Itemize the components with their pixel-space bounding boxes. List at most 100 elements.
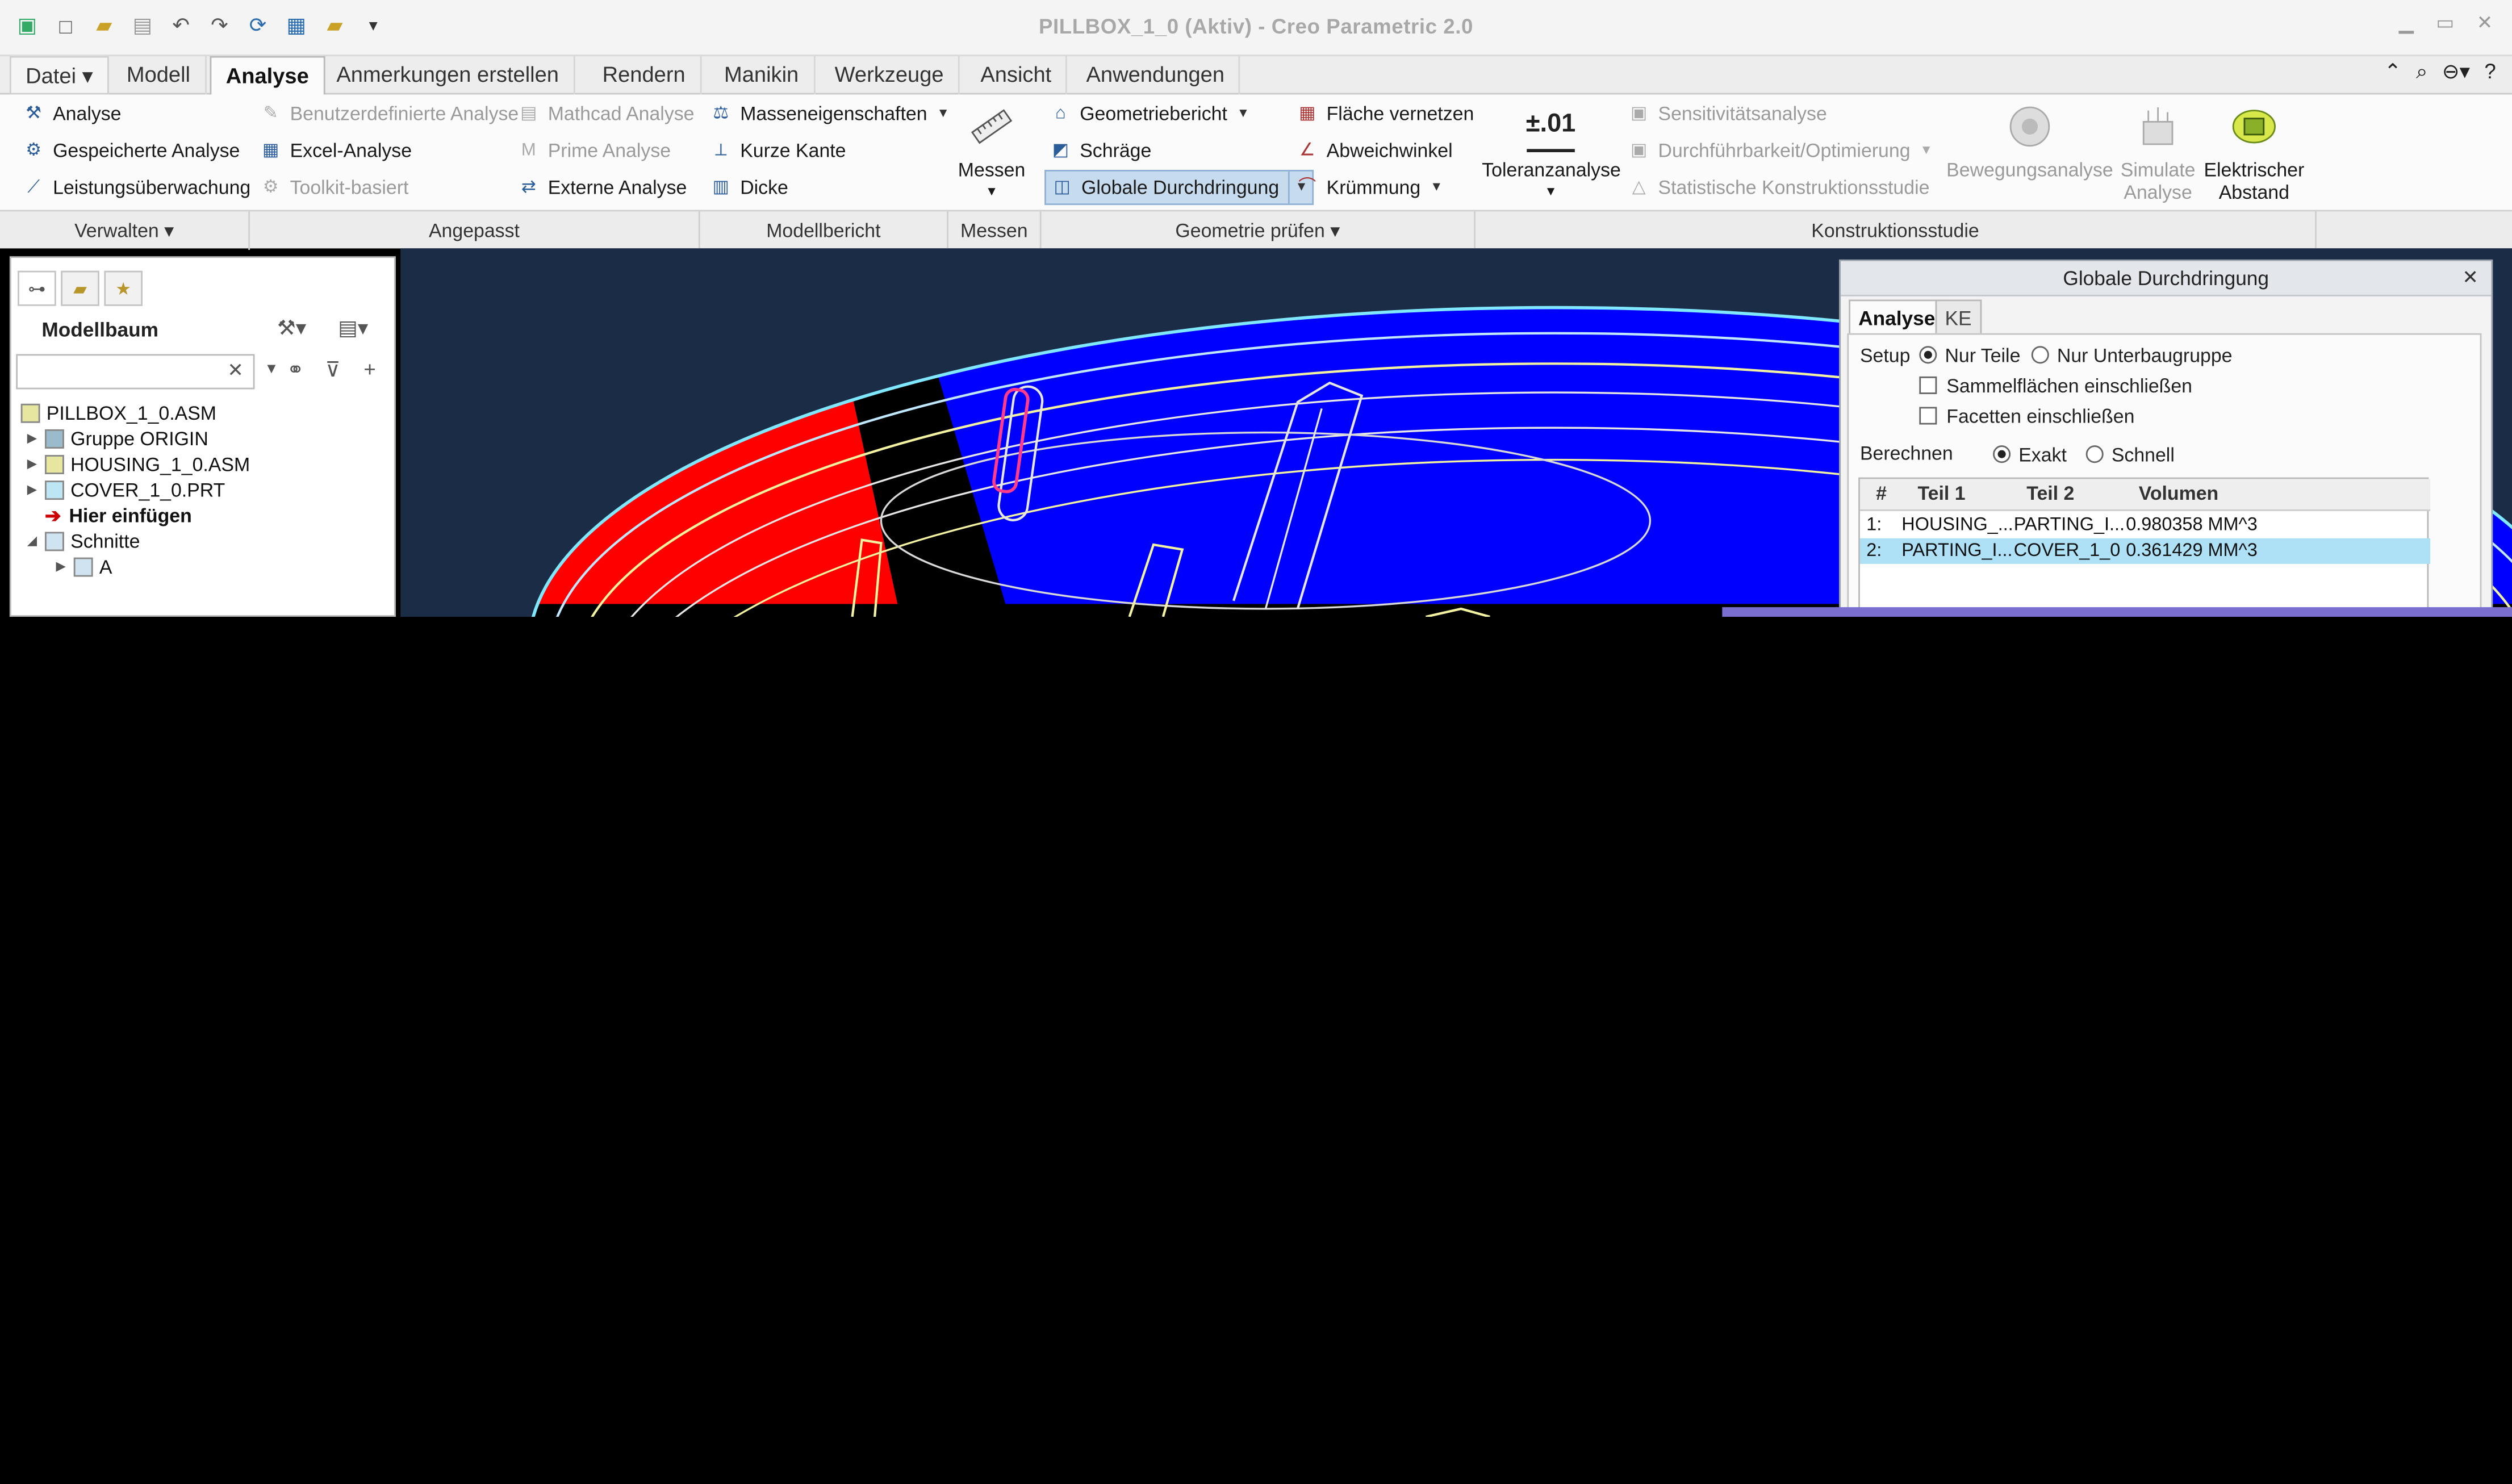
abweichwinkel-button[interactable]: ∠ Abweichwinkel [1296,135,1453,166]
sensitivitaetsanalyse-button[interactable]: ▣ Sensitivitätsanalyse [1628,98,1827,129]
expand-icon[interactable]: ▶ [24,452,40,477]
col-teil2[interactable]: Teil 2 [2026,482,2074,504]
tree-item-a[interactable]: ▶ A [11,554,394,580]
elektrischer-label-1: Elektrischer [2204,158,2305,181]
add-icon[interactable]: + [363,357,375,381]
expand-icon[interactable]: ▶ [24,426,40,452]
checkbox-facetten[interactable]: Facetten einschließen [1919,404,2134,429]
radio-nur-unterbaugruppe[interactable]: Nur Unterbaugruppe [2031,343,2233,369]
leistungsueberwachung-button[interactable]: ⟋ Leistungsüberwachung [22,172,250,203]
radio-label: Nur Teile [1945,344,2021,367]
bewegungsanalyse-button[interactable]: Bewegungsanalyse [1945,101,2114,181]
simulate-analyse-button[interactable]: Simulate Analyse [2114,101,2201,203]
favorites-tab-icon[interactable]: ★ [104,270,143,306]
search-icon[interactable]: ⌕ [2416,59,2428,85]
col-volumen[interactable]: Volumen [2139,482,2218,504]
tree-item-cover[interactable]: ▶ COVER_1_0.PRT [11,478,394,503]
checkbox-label: Sammelflächen einschließen [1946,375,2193,398]
tolerance-icon: ±.01 [1526,101,1575,152]
tree-item-gruppe-origin[interactable]: ▶ Gruppe ORIGIN [11,426,394,452]
simulate-label-1: Simulate [2120,158,2196,181]
gespeicherte-analyse-button[interactable]: ⚙ Gespeicherte Analyse [22,135,240,166]
collapse-icon[interactable]: ◢ [24,529,40,554]
folder-browser-tab-icon[interactable]: ▰ [61,270,99,306]
statistical-icon: △ [1632,178,1646,197]
excel-analyse-button[interactable]: ▦ Excel-Analyse [260,135,412,166]
tree-item-label: Schnitte [70,530,140,553]
prime-analyse-button[interactable]: M Prime Analyse [517,135,671,166]
search-dropdown-icon[interactable]: ▼ [264,361,278,377]
toleranzanalyse-button[interactable]: ±.01 Toleranzanalyse ▼ [1482,101,1621,204]
globale-durchdringung-button[interactable]: ◫ Globale Durchdringung ▼ [1044,170,1315,206]
benutzerdefinierte-analyse-button[interactable]: ✎ Benutzerdefinierte Analyse [260,98,519,129]
tab-ansicht[interactable]: Ansicht [966,56,1068,95]
tree-columns-icon[interactable]: ▤▾ [338,316,368,341]
tree-search-input[interactable]: ✕ [16,354,255,390]
masseneigenschaften-button[interactable]: ⚖ Masseneigenschaften ▼ [710,98,949,129]
durchfuehrbarkeit-button[interactable]: ▣ Durchführbarkeit/Optimierung ▼ [1628,135,1933,166]
help-icon[interactable]: ? [2484,59,2496,85]
tab-modell[interactable]: Modell [112,56,207,95]
tree-item-pillbox[interactable]: PILLBOX_1_0.ASM [11,400,394,426]
find-icon[interactable]: ⚭ [287,357,304,383]
tab-analyse[interactable]: Analyse [210,56,325,97]
setup-label: Setup [1859,344,1911,367]
community-icon[interactable]: ⊖▾ [2442,59,2470,85]
tab-manikin[interactable]: Manikin [710,56,815,95]
toolkit-basiert-label: Toolkit-basiert [290,176,409,199]
radio-schnell[interactable]: Schnell [2085,442,2175,468]
tree-item-schnitte[interactable]: ◢ Schnitte [11,529,394,554]
tab-werkzeuge[interactable]: Werkzeuge [820,56,960,95]
curvature-icon: ⌒ [1298,178,1316,197]
radio-label: Schnell [2111,444,2175,466]
toolkit-basiert-button[interactable]: ⚙ Toolkit-basiert [260,172,409,203]
tree-item-housing[interactable]: ▶ HOUSING_1_0.ASM [11,452,394,477]
dialog-tab-analyse[interactable]: Analyse [1849,299,1945,335]
radio-icon [2085,445,2104,463]
analyse-button[interactable]: ⚒ Analyse [22,98,121,129]
cell-index: 1: [1866,516,1882,536]
statistische-studie-button[interactable]: △ Statistische Konstruktionsstudie [1628,172,1930,203]
radio-nur-teile[interactable]: Nur Teile [1919,343,2020,369]
radio-exakt[interactable]: Exakt [1993,442,2067,468]
minimize-icon[interactable]: ▁ [2399,11,2414,34]
dicke-button[interactable]: ▥ Dicke [710,172,788,203]
dialog-tab-ke[interactable]: KE [1935,299,1982,335]
elektrischer-abstand-button[interactable]: Elektrischer Abstand [2201,101,2307,203]
tab-rendern[interactable]: Rendern [588,56,701,95]
mathcad-analyse-label: Mathcad Analyse [547,102,695,126]
dialog-close-icon[interactable]: ✕ [2462,266,2478,288]
col-index[interactable]: # [1876,482,1887,504]
expand-icon[interactable]: ▶ [53,554,69,580]
kurze-kante-button[interactable]: ⟂ Kurze Kante [710,135,846,166]
checkbox-sammelflaechen[interactable]: Sammelflächen einschließen [1919,373,2192,399]
tab-anmerkungen[interactable]: Anmerkungen erstellen [322,56,575,95]
mathcad-analyse-button[interactable]: ▤ Mathcad Analyse [517,98,694,129]
externe-analyse-button[interactable]: ⇄ Externe Analyse [517,172,687,203]
kruemmung-button[interactable]: ⌒ Krümmung ▼ [1296,172,1443,203]
model-tree-tab-icon[interactable]: ⊶ [18,270,56,306]
tree-item-hier-einfuegen[interactable]: ➔ Hier einfügen [11,503,394,529]
blank-region [0,617,2512,1484]
group-verwalten[interactable]: Verwalten ▾ [0,211,250,250]
close-icon[interactable]: ✕ [2477,11,2493,34]
draft-icon: ◩ [1052,141,1069,161]
tab-anwendungen[interactable]: Anwendungen [1072,56,1241,95]
schraege-button[interactable]: ◩ Schräge [1050,135,1152,166]
messen-button[interactable]: Messen ▼ [955,101,1029,204]
expand-icon[interactable]: ▶ [24,478,40,503]
table-row[interactable]: 1: HOUSING_... PARTING_I... 0.980358 MM^… [1860,513,2430,538]
table-row-selected[interactable]: 2: PARTING_I... COVER_1_0 0.361429 MM^3 [1859,538,2431,564]
col-teil1[interactable]: Teil 1 [1917,482,1965,504]
window-title: PILLBOX_1_0 (Aktiv) - Creo Parametric 2.… [1038,14,1473,39]
group-geometrie[interactable]: Geometrie prüfen ▾ [1042,211,1476,250]
tab-datei[interactable]: Datei ▾ [9,56,109,95]
flaeche-vernetzen-button[interactable]: ▦ Fläche vernetzen [1296,98,1474,129]
collapse-ribbon-icon[interactable]: ⌃ [2384,59,2402,85]
maximize-icon[interactable]: ▭ [2436,11,2454,34]
tree-settings-icon[interactable]: ⚒▾ [277,316,306,341]
filter-icon[interactable]: ⊽ [325,357,341,383]
leistungsueberwachung-label: Leistungsüberwachung [53,176,251,199]
clear-search-icon[interactable]: ✕ [227,359,243,381]
geometriebericht-button[interactable]: ⌂ Geometriebericht ▼ [1050,98,1249,129]
